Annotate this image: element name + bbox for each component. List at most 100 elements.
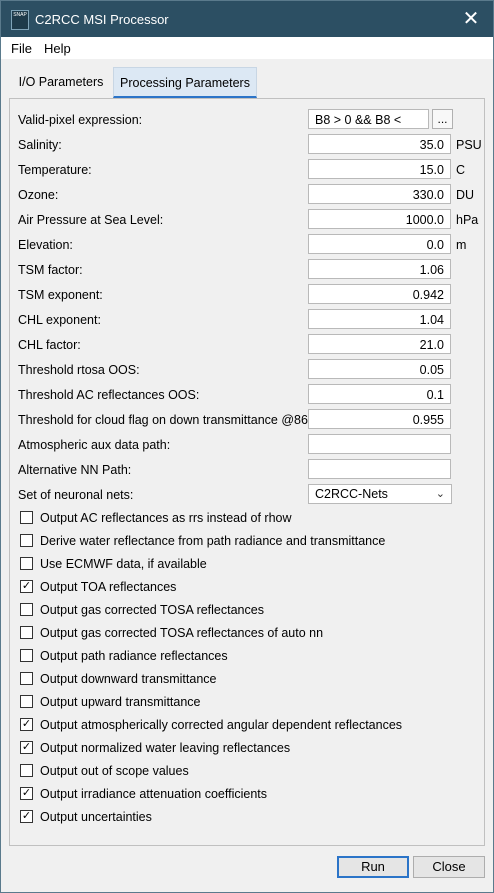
salinity-input[interactable]: 35.0	[308, 134, 451, 154]
checkbox[interactable]	[20, 672, 33, 685]
checkbox[interactable]: ✓	[20, 810, 33, 823]
checkbox-row[interactable]: Output upward transmittance	[20, 693, 480, 713]
checkbox-label[interactable]: Use ECMWF data, if available	[40, 557, 207, 571]
tab-io-parameters[interactable]: I/O Parameters	[9, 67, 113, 97]
tab-processing-parameters[interactable]: Processing Parameters	[113, 67, 257, 98]
window-title: C2RCC MSI Processor	[35, 12, 169, 27]
checkbox[interactable]	[20, 695, 33, 708]
air-pressure-row: Air Pressure at Sea Level: 1000.0 hPa	[10, 209, 484, 231]
threshold-rtosa-row: Threshold rtosa OOS: 0.05	[10, 359, 484, 381]
checkbox-row[interactable]: Derive water reflectance from path radia…	[20, 532, 480, 552]
alt-nn-row: Alternative NN Path:	[10, 459, 484, 481]
checkbox-label[interactable]: Output upward transmittance	[40, 695, 201, 709]
air-pressure-unit: hPa	[456, 213, 479, 227]
threshold-cloud-input[interactable]: 0.955	[308, 409, 451, 429]
checkbox-label[interactable]: Output normalized water leaving reflecta…	[40, 741, 290, 755]
tsm-factor-input[interactable]: 1.06	[308, 259, 451, 279]
threshold-cloud-label: Threshold for cloud flag on down transmi…	[18, 413, 319, 427]
checkbox-row[interactable]: Output path radiance reflectances	[20, 647, 480, 667]
run-button[interactable]: Run	[337, 856, 409, 878]
menu-bar: File Help	[1, 37, 493, 59]
chl-exponent-input[interactable]: 1.04	[308, 309, 451, 329]
neural-nets-value: C2RCC-Nets	[315, 487, 388, 501]
valid-pixel-expression-input[interactable]: B8 > 0 && B8 < 0.1	[308, 109, 429, 147]
checkbox[interactable]: ✓	[20, 741, 33, 754]
temperature-label: Temperature:	[18, 163, 92, 177]
checkbox[interactable]	[20, 603, 33, 616]
air-pressure-input[interactable]: 1000.0	[308, 209, 451, 229]
checkbox-row[interactable]: ✓ Output uncertainties	[20, 808, 480, 828]
checkbox-label[interactable]: Output gas corrected TOSA reflectances	[40, 603, 264, 617]
chl-factor-label: CHL factor:	[18, 338, 81, 352]
checkbox-label[interactable]: Output irradiance attenuation coefficien…	[40, 787, 267, 801]
elevation-label: Elevation:	[18, 238, 73, 252]
tsm-exponent-input[interactable]: 0.942	[308, 284, 451, 304]
tsm-exponent-label: TSM exponent:	[18, 288, 103, 302]
valid-pixel-row: Valid-pixel expression: B8 > 0 && B8 < 0…	[10, 109, 484, 147]
checkbox-label[interactable]: Output path radiance reflectances	[40, 649, 228, 663]
checkbox[interactable]	[20, 534, 33, 547]
chevron-down-icon: ⌄	[435, 488, 445, 500]
checkbox[interactable]: ✓	[20, 580, 33, 593]
tsm-factor-label: TSM factor:	[18, 263, 83, 277]
menu-help[interactable]: Help	[44, 41, 71, 56]
chl-exponent-label: CHL exponent:	[18, 313, 101, 327]
checkbox-label[interactable]: Output gas corrected TOSA reflectances o…	[40, 626, 323, 640]
temperature-row: Temperature: 15.0 C	[10, 159, 484, 181]
checkbox[interactable]	[20, 511, 33, 524]
snap-app-icon: SNAP	[11, 10, 29, 30]
checkbox-row[interactable]: ✓ Output normalized water leaving reflect…	[20, 739, 480, 759]
checkbox-row[interactable]: ✓ Output irradiance attenuation coefficie…	[20, 785, 480, 805]
close-button[interactable]: Close	[413, 856, 485, 878]
neural-nets-select[interactable]: C2RCC-Nets ⌄	[308, 484, 452, 504]
close-window-icon[interactable]: ✕	[459, 7, 483, 31]
checkbox-row[interactable]: ✓ Output TOA reflectances	[20, 578, 480, 598]
atmo-aux-path-input[interactable]	[308, 434, 451, 454]
checkbox-label[interactable]: Output atmospherically corrected angular…	[40, 718, 402, 732]
elevation-row: Elevation: 0.0 m	[10, 234, 484, 256]
checkbox-label[interactable]: Output uncertainties	[40, 810, 152, 824]
checkbox-row[interactable]: Use ECMWF data, if available	[20, 555, 480, 575]
air-pressure-label: Air Pressure at Sea Level:	[18, 213, 164, 227]
checkbox[interactable]: ✓	[20, 718, 33, 731]
threshold-ac-label: Threshold AC reflectances OOS:	[18, 388, 200, 402]
checkbox-row[interactable]: Output out of scope values	[20, 762, 480, 782]
tsm-exponent-row: TSM exponent: 0.942	[10, 284, 484, 306]
checkbox-row[interactable]: Output gas corrected TOSA reflectances o…	[20, 624, 480, 644]
neural-nets-label: Set of neuronal nets:	[18, 488, 134, 502]
chl-factor-input[interactable]: 21.0	[308, 334, 451, 354]
temperature-unit: C	[456, 163, 466, 177]
ozone-unit: DU	[456, 188, 475, 202]
atmo-aux-row: Atmospheric aux data path:	[10, 434, 484, 456]
menu-file[interactable]: File	[11, 41, 32, 56]
checkbox-row[interactable]: Output downward transmittance	[20, 670, 480, 690]
checkbox-label[interactable]: Derive water reflectance from path radia…	[40, 534, 385, 548]
chl-factor-row: CHL factor: 21.0	[10, 334, 484, 356]
alt-nn-path-input[interactable]	[308, 459, 451, 479]
checkbox[interactable]: ✓	[20, 787, 33, 800]
elevation-input[interactable]: 0.0	[308, 234, 451, 254]
threshold-rtosa-input[interactable]: 0.05	[308, 359, 451, 379]
neural-nets-row: Set of neuronal nets: C2RCC-Nets ⌄	[10, 484, 484, 506]
checkbox[interactable]	[20, 649, 33, 662]
checkbox-row[interactable]: Output gas corrected TOSA reflectances	[20, 601, 480, 621]
checkbox[interactable]	[20, 764, 33, 777]
checkbox-row[interactable]: Output AC reflectances as rrs instead of…	[20, 509, 480, 529]
valid-pixel-label: Valid-pixel expression:	[18, 113, 143, 127]
checkbox-row[interactable]: ✓ Output atmospherically corrected angula…	[20, 716, 480, 736]
ozone-label: Ozone:	[18, 188, 59, 202]
edit-expression-button[interactable]: ...	[432, 109, 453, 129]
checkbox[interactable]	[20, 557, 33, 570]
checkbox-label[interactable]: Output AC reflectances as rrs instead of…	[40, 511, 292, 525]
processor-window: SNAP C2RCC MSI Processor ✕ File Help I/O…	[0, 0, 494, 893]
temperature-input[interactable]: 15.0	[308, 159, 451, 179]
checkbox-label[interactable]: Output downward transmittance	[40, 672, 216, 686]
threshold-ac-row: Threshold AC reflectances OOS: 0.1	[10, 384, 484, 406]
checkbox[interactable]	[20, 626, 33, 639]
checkbox-label[interactable]: Output out of scope values	[40, 764, 189, 778]
checkbox-label[interactable]: Output TOA reflectances	[40, 580, 176, 594]
salinity-unit: PSU	[456, 138, 482, 152]
ozone-input[interactable]: 330.0	[308, 184, 451, 204]
elevation-unit: m	[456, 238, 467, 252]
threshold-ac-input[interactable]: 0.1	[308, 384, 451, 404]
